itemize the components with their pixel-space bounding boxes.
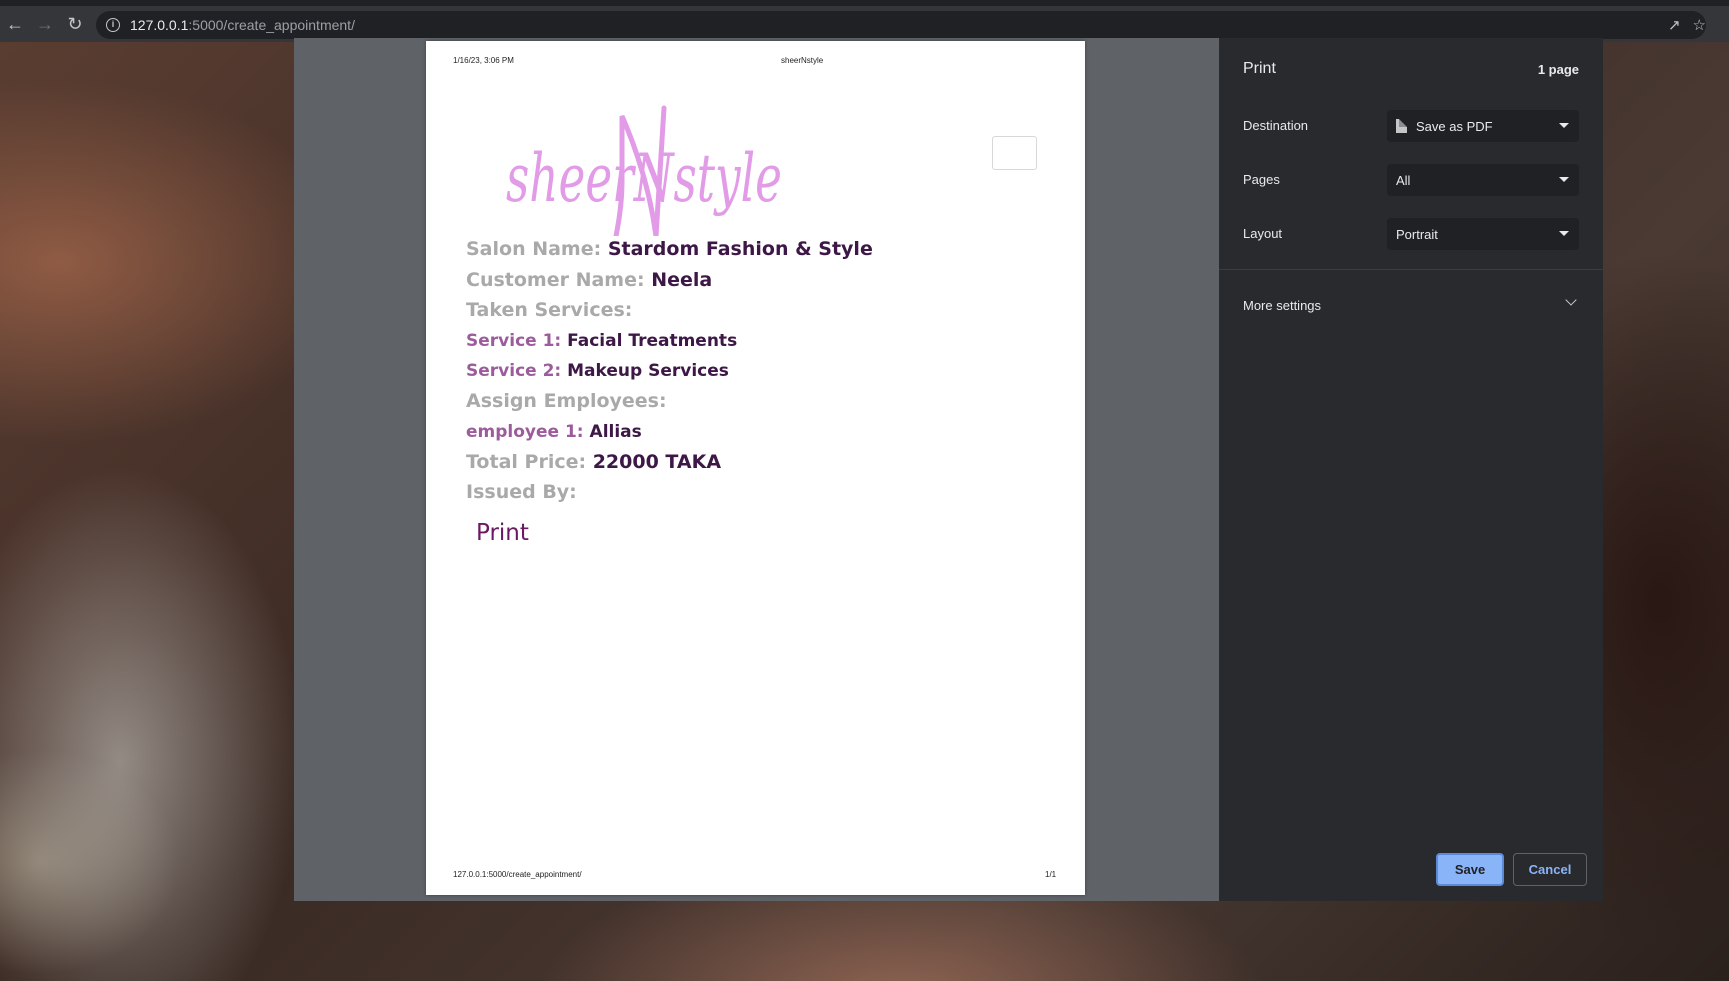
bookmark-star-icon[interactable]: ☆ [1693,16,1706,34]
save-button[interactable]: Save [1436,853,1504,886]
layout-row: Layout Portrait [1243,218,1579,250]
layout-label: Layout [1243,226,1283,241]
url-host: 127.0.0.1 [130,17,189,33]
chevron-down-icon[interactable] [1565,294,1577,306]
page-footer-number: 1/1 [1045,870,1057,879]
assign-employees-heading: Assign Employees: [466,390,667,412]
service-label: Service 2: [466,361,562,381]
issued-by-row: Issued By: [466,481,577,503]
url-path: :5000/create_appointment/ [188,17,355,33]
service-row: Service 2: Makeup Services [466,361,729,381]
settings-divider [1219,269,1603,270]
url-text[interactable]: 127.0.0.1:5000/create_appointment/ [130,17,355,33]
destination-select[interactable]: Save as PDF [1387,110,1579,142]
page-header-title: sheerNstyle [781,56,824,65]
pages-label: Pages [1243,172,1280,187]
sheernstyle-logo: sheerNstyle [506,105,782,236]
service-value: Facial Treatments [567,331,738,351]
print-link[interactable]: Print [476,520,529,546]
forward-arrow-icon[interactable]: → [30,9,60,39]
page-count: 1 page [1537,62,1579,77]
dropdown-caret-icon [1559,231,1569,236]
pages-value: All [1396,172,1411,188]
destination-label: Destination [1243,118,1309,133]
issued-by-label: Issued By: [466,481,577,503]
customer-name-label: Customer Name: [466,269,645,291]
layout-value: Portrait [1396,226,1438,242]
print-preview-page: 1/16/23, 3:06 PM sheerNstyle sheerNstyle… [426,41,1085,895]
dropdown-caret-icon [1559,177,1569,182]
assign-employees-label: Assign Employees: [466,390,667,412]
share-icon[interactable]: ↗ [1668,16,1681,34]
taken-services-label: Taken Services: [466,299,633,321]
more-settings-toggle[interactable]: More settings [1243,298,1321,313]
broken-image-placeholder [992,136,1037,170]
page-header-date: 1/16/23, 3:06 PM [453,56,514,65]
destination-value: Save as PDF [1416,118,1493,134]
taken-services-heading: Taken Services: [466,299,632,321]
employee-value: Allias [589,422,642,442]
pages-select[interactable]: All [1387,164,1579,196]
salon-name-label: Salon Name: [466,238,602,260]
cancel-button[interactable]: Cancel [1513,853,1587,886]
customer-name-row: Customer Name: Neela [466,269,712,291]
address-bar[interactable]: i 127.0.0.1:5000/create_appointment/ ↗ ☆ [96,11,1706,39]
customer-name-value: Neela [651,269,713,291]
total-price-value: 22000 TAKA [592,451,722,473]
total-price-row: Total Price: 22000 TAKA [466,451,721,473]
dropdown-caret-icon [1559,123,1569,128]
back-arrow-icon[interactable]: ← [0,9,30,39]
employee-label: employee 1: [466,422,584,442]
print-settings-panel: Print 1 page Destination Save as PDF Pag… [1219,38,1603,901]
pages-row: Pages All [1243,164,1579,196]
page-footer-url: 127.0.0.1:5000/create_appointment/ [453,870,582,879]
service-value: Makeup Services [567,361,729,381]
layout-select[interactable]: Portrait [1387,218,1579,250]
destination-row: Destination Save as PDF [1243,110,1579,142]
total-price-label: Total Price: [466,451,587,473]
pdf-file-icon [1396,119,1407,133]
print-title: Print [1243,60,1276,77]
site-info-icon[interactable]: i [106,18,120,32]
salon-name-row: Salon Name: Stardom Fashion & Style [466,238,873,260]
service-row: Service 1: Facial Treatments [466,331,737,351]
service-label: Service 1: [466,331,562,351]
salon-name-value: Stardom Fashion & Style [607,238,873,260]
browser-toolbar: ← → ↻ i 127.0.0.1:5000/create_appointmen… [0,0,1729,42]
employee-row: employee 1: Allias [466,422,642,442]
reload-icon[interactable]: ↻ [60,9,90,39]
